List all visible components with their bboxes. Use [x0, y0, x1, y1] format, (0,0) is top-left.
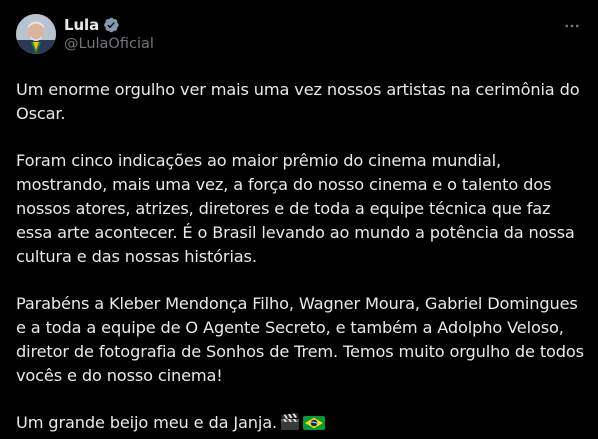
- tweet-paragraph-4: Um grande beijo meu e da Janja.: [16, 411, 584, 438]
- more-options-button[interactable]: [560, 14, 584, 38]
- tweet-paragraph-4-text: Um grande beijo meu e da Janja.: [16, 413, 277, 433]
- brazil-flag-icon: [302, 414, 325, 438]
- avatar[interactable]: [16, 14, 56, 54]
- tweet-paragraph-2: Foram cinco indicações ao maior prêmio d…: [16, 151, 575, 266]
- tweet: Lula @LulaOficial Um enorme orgulho ver …: [0, 0, 598, 439]
- tweet-paragraph-3: Parabéns a Kleber Mendonça Filho, Wagner…: [16, 294, 584, 385]
- author-info: Lula @LulaOficial: [64, 15, 154, 52]
- tweet-header: Lula @LulaOficial: [16, 12, 582, 60]
- display-name[interactable]: Lula: [64, 16, 99, 34]
- tweet-text: Um enorme orgulho ver mais uma vez nosso…: [16, 78, 584, 438]
- name-row: Lula: [64, 15, 154, 35]
- verified-badge-icon[interactable]: [102, 16, 120, 34]
- more-dots-icon: [565, 24, 579, 28]
- clapper-board-icon: [280, 413, 300, 438]
- tweet-paragraph-1: Um enorme orgulho ver mais uma vez nosso…: [16, 80, 580, 123]
- handle[interactable]: @LulaOficial: [64, 36, 154, 52]
